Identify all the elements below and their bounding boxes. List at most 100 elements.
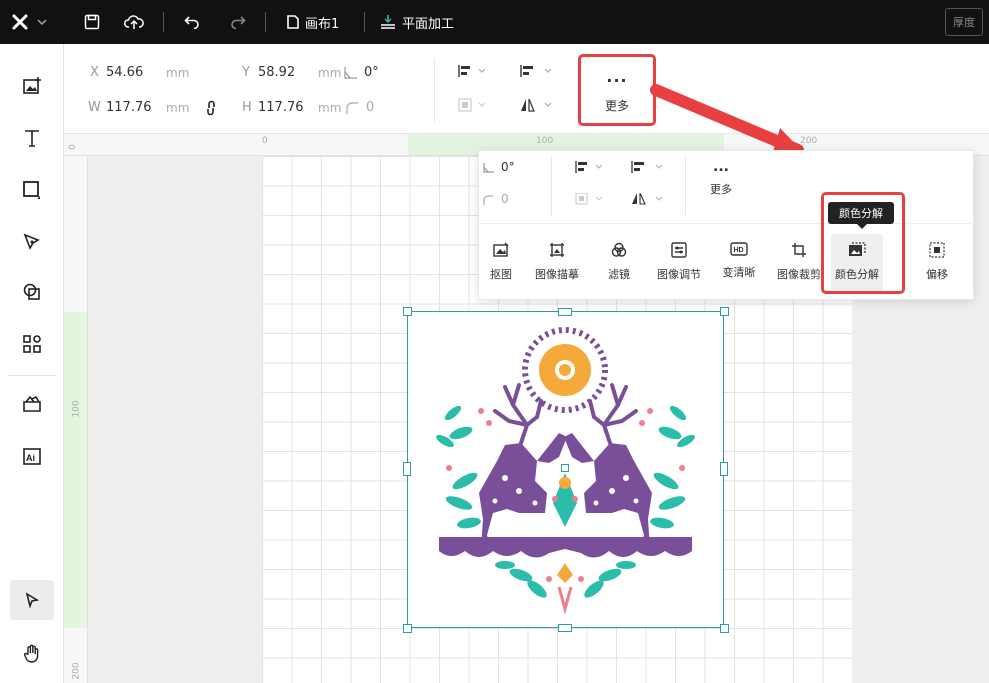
resize-handle-bottom[interactable] (558, 624, 572, 632)
rotation-angle-icon (483, 163, 494, 173)
rotation-input[interactable]: 0° (364, 65, 379, 80)
panel-corner-input[interactable]: 0 (501, 192, 509, 206)
panel-align-dropdown[interactable] (575, 161, 605, 173)
flip-dropdown[interactable] (520, 98, 554, 115)
ruler-v-label: 200 (71, 662, 82, 680)
enhance-clarity-button[interactable]: HD 变清晰 (713, 242, 765, 280)
align-dropdown[interactable] (458, 64, 488, 81)
resize-handle-top[interactable] (558, 308, 572, 316)
resize-handle-bottom-right[interactable] (720, 624, 729, 633)
material-box-icon (23, 395, 41, 412)
image-trace-button[interactable]: 图像描摹 (531, 242, 583, 282)
thickness-button[interactable]: 厚度 (945, 8, 983, 36)
w-unit: mm (166, 101, 190, 115)
more-button[interactable]: ... 更多 (578, 54, 656, 126)
vertical-ruler: 0 100 200 (64, 144, 88, 683)
panel-rotation-input[interactable]: 0° (501, 160, 515, 174)
redo-icon (231, 16, 246, 29)
filter-label: 滤镜 (608, 268, 630, 281)
ruler-v-label: 0 (67, 144, 78, 150)
resize-handle-bottom-left[interactable] (403, 624, 412, 633)
image-adjust-label: 图像调节 (657, 268, 701, 281)
boolean-icon (23, 283, 40, 300)
property-bar: X 54.66 mm Y 58.92 mm 0° W 117.76 mm H 1… (64, 44, 989, 134)
h-input[interactable]: 117.76 (258, 100, 304, 115)
x-unit: mm (166, 66, 190, 80)
processing-mode-button[interactable]: 平面加工 (380, 0, 454, 44)
ai-image-icon: Ai (23, 448, 41, 465)
material-tool[interactable] (16, 388, 48, 420)
offset-button[interactable]: 偏移 (911, 242, 963, 282)
color-split-tooltip: 颜色分解 (828, 202, 894, 229)
enhance-clarity-label: 变清晰 (722, 266, 756, 279)
resize-handle-top-left[interactable] (403, 307, 412, 316)
h-unit: mm (318, 101, 342, 115)
text-tool[interactable] (16, 122, 48, 154)
processing-mode-label: 平面加工 (402, 16, 455, 32)
undo-button[interactable] (184, 0, 200, 44)
svg-text:HD: HD (734, 247, 744, 254)
cloud-upload-button[interactable] (124, 0, 144, 44)
image-crop-label: 图像裁剪 (777, 268, 821, 281)
hand-tool[interactable] (16, 638, 48, 670)
boolean-tool[interactable] (16, 276, 48, 308)
ruler-selection-highlight (64, 312, 87, 628)
arrange-dropdown[interactable] (458, 98, 488, 115)
image-trace-label: 图像描摹 (535, 268, 579, 281)
corner-radius-input[interactable]: 0 (366, 100, 374, 115)
x-input[interactable]: 54.66 (106, 65, 143, 80)
image-adjust-button[interactable]: 图像调节 (653, 242, 705, 282)
center-point[interactable] (561, 464, 569, 472)
shape-tool[interactable] (16, 174, 48, 206)
lock-ratio-icon[interactable] (206, 100, 216, 116)
add-image-tool[interactable] (16, 70, 48, 102)
ai-tool[interactable]: Ai (16, 440, 48, 472)
ruler-h-label: 100 (536, 136, 554, 146)
w-input[interactable]: 117.76 (106, 100, 152, 115)
crop-icon (792, 243, 806, 257)
filter-icon (611, 242, 627, 257)
panel-distribute-dropdown[interactable] (631, 161, 665, 173)
filter-button[interactable]: 滤镜 (593, 242, 645, 282)
corner-radius-icon (483, 195, 493, 205)
select-tool[interactable] (10, 580, 54, 620)
cutout-button[interactable]: 抠图 (475, 242, 527, 282)
distribute-icon (520, 65, 552, 77)
resize-handle-right[interactable] (720, 462, 728, 476)
more-dots-icon: ... (606, 67, 628, 86)
hand-icon (23, 644, 39, 663)
distribute-dropdown[interactable] (520, 64, 554, 81)
undo-icon (184, 16, 199, 29)
x-label: X (90, 65, 99, 80)
y-input[interactable]: 58.92 (258, 65, 295, 80)
adjust-icon (671, 242, 687, 258)
image-crop-button[interactable]: 图像裁剪 (773, 242, 825, 282)
panel-more-dots: ... (713, 159, 729, 175)
elements-grid-icon (23, 335, 41, 353)
text-icon (25, 130, 39, 147)
save-button[interactable] (84, 0, 100, 44)
cloud-upload-icon (124, 15, 144, 29)
align-objects-icon (458, 65, 486, 77)
rotation-angle-icon (344, 67, 357, 79)
y-label: Y (242, 65, 250, 80)
resize-handle-top-right[interactable] (720, 307, 729, 316)
canvas-tab[interactable]: 画布1 (287, 0, 339, 44)
panel-more-button[interactable]: ... 更多 (701, 159, 741, 197)
elements-tool[interactable] (16, 328, 48, 360)
resize-handle-left[interactable] (403, 462, 411, 476)
more-label: 更多 (604, 99, 629, 113)
add-image-icon (23, 77, 41, 94)
corner-radius-icon (346, 102, 358, 114)
redo-button[interactable] (230, 0, 246, 44)
offset-icon (929, 242, 945, 258)
pen-tool[interactable] (16, 226, 48, 258)
trace-icon (550, 243, 564, 257)
cursor-arrow-icon (25, 592, 40, 608)
app-menu-button[interactable] (10, 0, 48, 44)
panel-arrange-dropdown[interactable] (575, 193, 605, 205)
chevron-down-icon (37, 19, 47, 26)
save-icon (84, 14, 100, 30)
cutout-icon (493, 242, 509, 257)
panel-flip-dropdown[interactable] (631, 193, 665, 205)
